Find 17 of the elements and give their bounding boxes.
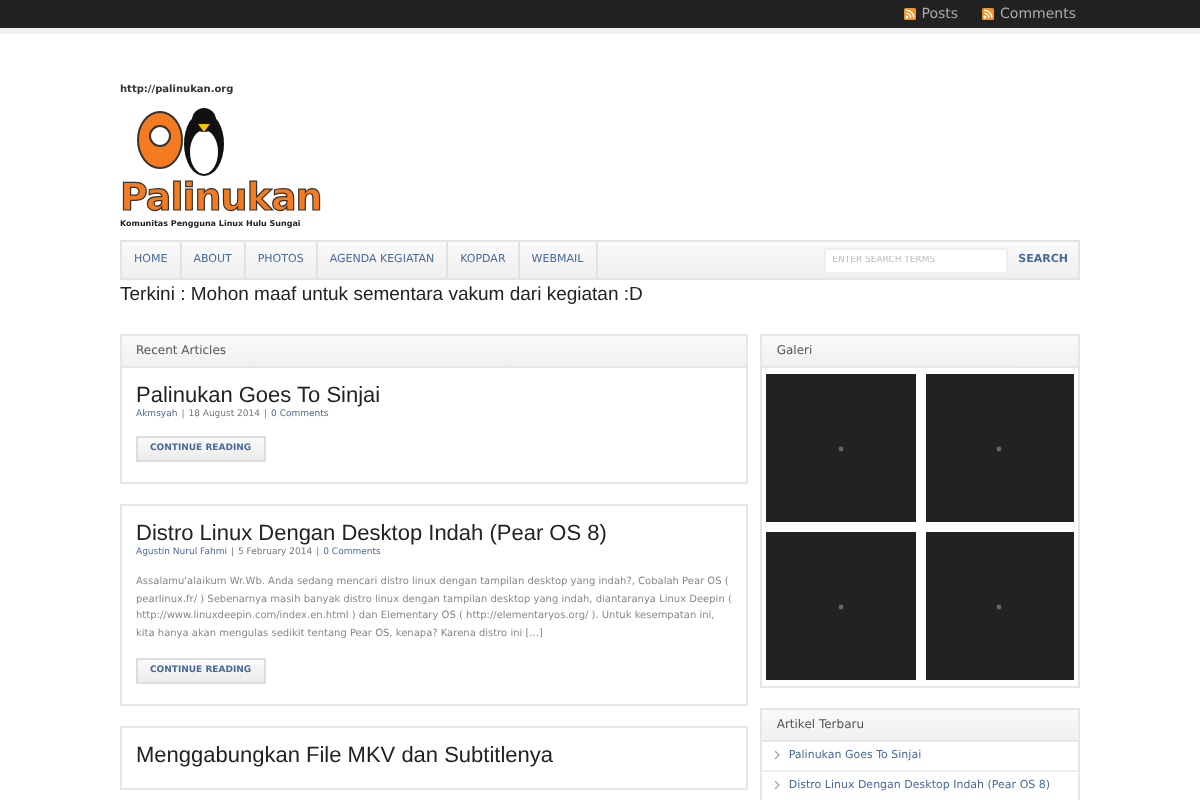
rss-icon: [982, 8, 995, 20]
rss-icon: [903, 8, 916, 20]
loading-dot-icon: [838, 445, 844, 451]
post-title[interactable]: Menggabungkan File MKV dan Subtitlenya: [136, 744, 554, 768]
post-title[interactable]: Distro Linux Dengan Desktop Indah (Pear OS 8): [136, 522, 607, 546]
chevron-icon: [774, 750, 781, 760]
gallery-thumbnail[interactable]: [766, 374, 916, 522]
post-title[interactable]: Palinukan Goes To Sinjai: [136, 384, 381, 408]
gallery-thumbnail[interactable]: [766, 532, 916, 680]
news-ticker: Terkini : Mohon maaf untuk sementara vakum dari kegiatan :D: [120, 284, 645, 306]
logo-name: Palinukan: [120, 180, 324, 218]
gallery-thumbnail[interactable]: [925, 374, 1074, 522]
chevron-icon: [774, 780, 781, 790]
loading-dot-icon: [996, 603, 1003, 609]
loading-dot-icon: [996, 445, 1003, 451]
loading-dot-icon: [838, 603, 844, 609]
gallery-thumbnail[interactable]: [925, 532, 1074, 680]
